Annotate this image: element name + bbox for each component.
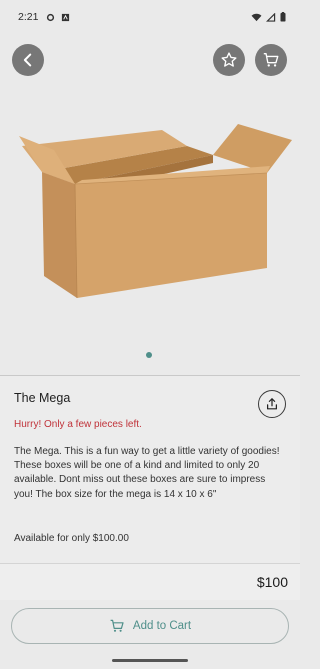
wifi-icon [251,13,262,21]
share-icon [267,398,277,410]
cart-button[interactable] [255,44,287,76]
carousel-indicator-dot[interactable] [146,352,152,358]
star-icon [221,52,237,67]
home-indicator[interactable] [112,659,188,662]
cart-icon [263,53,279,67]
product-image-carousel[interactable] [0,34,300,375]
price-bar: $100 [0,564,300,600]
status-time: 2:21 [18,11,39,23]
status-icons [251,12,286,22]
gear-notification-icon [47,13,55,21]
status-bar: 2:21 [0,0,300,34]
availability-text: Available for only $100.00 [14,533,129,544]
product-details: The Mega Hurry! Only a few pieces left. … [0,376,300,563]
product-title: The Mega [14,391,71,405]
add-cart-icon [110,619,124,632]
app-notification-icon [62,13,70,21]
cardboard-box-image [19,124,292,299]
favorite-button[interactable] [213,44,245,76]
back-button[interactable] [12,44,44,76]
product-price: $100 [256,574,288,590]
back-arrow-icon [23,53,32,67]
battery-icon [280,12,286,22]
stock-warning: Hurry! Only a few pieces left. [14,419,142,430]
add-to-cart-label: Add to Cart [132,620,192,632]
add-to-cart-button[interactable]: Add to Cart [11,608,289,644]
signal-icon [266,12,276,22]
share-button[interactable] [258,390,286,418]
product-description: The Mega. This is a fun way to get a lit… [14,446,280,500]
